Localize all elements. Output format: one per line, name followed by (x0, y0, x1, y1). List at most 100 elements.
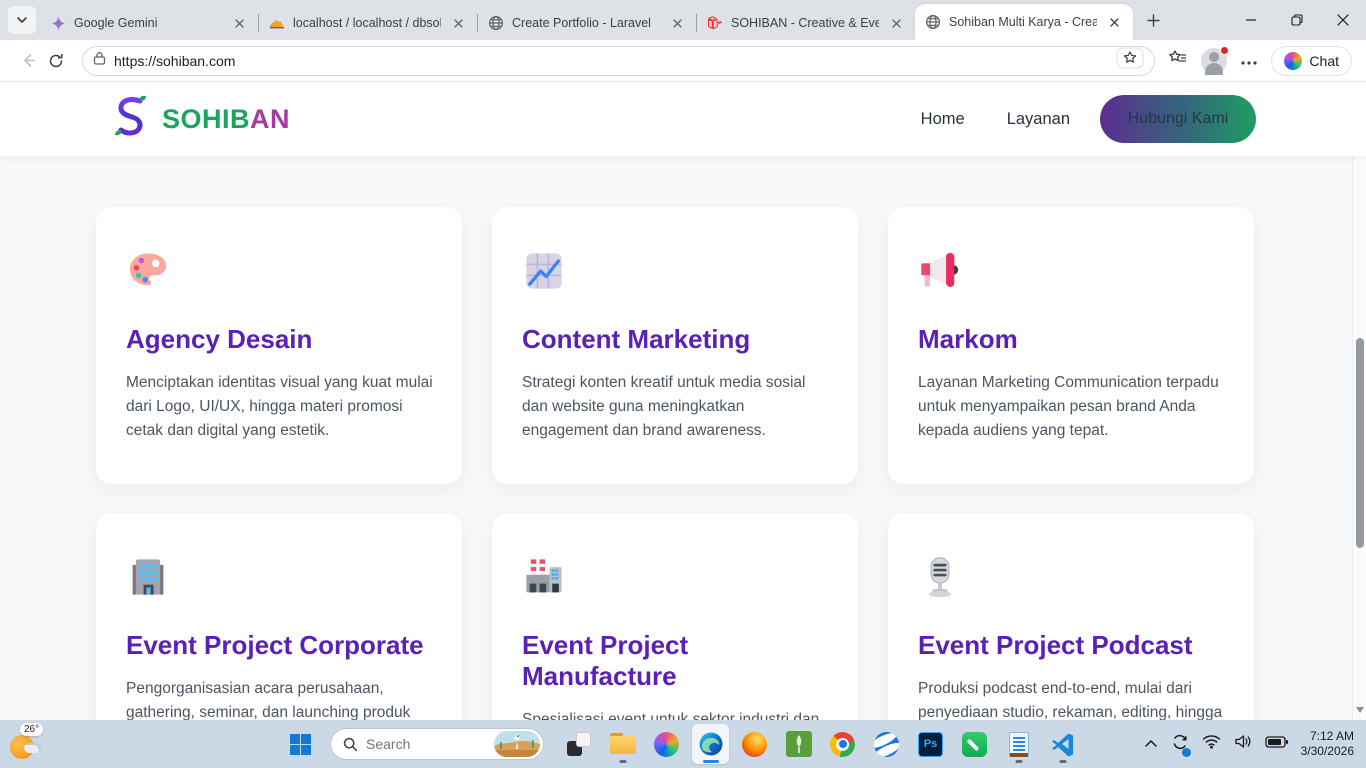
search-input[interactable] (366, 736, 486, 752)
sohiban-logo-icon (110, 93, 152, 145)
coreldraw-button[interactable] (780, 724, 817, 764)
tray-chevron-up-icon[interactable] (1144, 735, 1158, 753)
windows-logo-icon (290, 734, 311, 755)
site-logo[interactable]: SOHIBAN (110, 93, 290, 145)
phpmyadmin-icon (269, 15, 285, 31)
globe-icon (925, 14, 941, 30)
close-window-button[interactable] (1320, 0, 1366, 40)
photoshop-button[interactable]: Ps (912, 724, 949, 764)
studio-microphone-icon (918, 555, 962, 599)
start-button[interactable] (290, 720, 311, 768)
lock-icon (93, 51, 106, 70)
windows-taskbar: 26° Ps (0, 720, 1366, 768)
desktop-screen: Google Gemini localhost / localhost / db… (0, 0, 1366, 768)
service-card-markom[interactable]: Markom Layanan Marketing Communication t… (888, 207, 1254, 484)
browser-toolbar: https://sohiban.com Chat (0, 40, 1366, 82)
firefox-button[interactable] (736, 724, 773, 764)
scrollbar-thumb[interactable] (1356, 338, 1364, 548)
running-indicator (1015, 760, 1022, 763)
brand-wordmark: SOHIBAN (162, 104, 290, 135)
clock-time: 7:12 AM (1301, 729, 1354, 744)
card-title: Event Project Manufacture (522, 630, 828, 692)
nav-link-layanan[interactable]: Layanan (1007, 110, 1070, 129)
close-tab-icon[interactable] (887, 14, 905, 32)
task-view-icon (567, 732, 591, 756)
scroll-down-arrow[interactable] (1356, 707, 1364, 713)
profile-avatar[interactable] (1201, 48, 1227, 74)
card-title: Event Project Podcast (918, 630, 1224, 661)
active-indicator (703, 760, 719, 763)
notepad-button[interactable] (1000, 724, 1037, 764)
copilot-chat-button[interactable]: Chat (1271, 46, 1352, 76)
task-view-button[interactable] (560, 724, 597, 764)
service-card-event-corporate[interactable]: Event Project Corporate Pengorganisasian… (96, 513, 462, 720)
restore-button[interactable] (1274, 0, 1320, 40)
chrome-button[interactable] (824, 724, 861, 764)
tab-label: localhost / localhost / dbsohib (293, 16, 441, 30)
close-tab-icon[interactable] (449, 14, 467, 32)
card-description: Strategi konten kreatif untuk media sosi… (522, 371, 832, 443)
toolbar-actions: Chat (1167, 46, 1352, 76)
nav-link-home[interactable]: Home (921, 110, 965, 129)
back-button[interactable] (14, 47, 42, 75)
service-card-content-marketing[interactable]: Content Marketing Strategi konten kreati… (492, 207, 858, 484)
card-title: Content Marketing (522, 324, 828, 355)
copilot-button[interactable] (648, 724, 685, 764)
tab-sohiban-laravel[interactable]: SOHIBAN - Creative & Event Ag (697, 6, 915, 40)
palette-icon (126, 249, 170, 293)
file-explorer-button[interactable] (604, 724, 641, 764)
office-building-icon (126, 555, 170, 599)
service-card-event-podcast[interactable]: Event Project Podcast Produksi podcast e… (888, 513, 1254, 720)
address-bar[interactable]: https://sohiban.com (82, 46, 1155, 76)
running-indicator (1059, 760, 1066, 763)
tab-label: Create Portfolio - Laravel (512, 16, 660, 30)
google-earth-button[interactable] (868, 724, 905, 764)
service-card-agency-desain[interactable]: Agency Desain Menciptakan identitas visu… (96, 207, 462, 484)
url-text[interactable]: https://sohiban.com (114, 53, 1108, 69)
tab-label: Sohiban Multi Karya - Creative (949, 15, 1097, 29)
taskbar-clock[interactable]: 7:12 AM 3/30/2026 (1301, 729, 1354, 759)
search-highlight-image[interactable] (494, 731, 540, 757)
edge-button[interactable] (692, 724, 729, 764)
tab-label: Google Gemini (74, 16, 222, 30)
favorites-icon[interactable] (1167, 49, 1187, 72)
taskbar-search[interactable] (330, 728, 544, 760)
service-card-event-manufacture[interactable]: Event Project Manufacture Spesialisasi e… (492, 513, 858, 720)
photoshop-icon: Ps (918, 732, 943, 757)
contact-cta-button[interactable]: Hubungi Kami (1100, 95, 1256, 143)
search-icon (343, 737, 358, 752)
bookmark-star-icon[interactable] (1116, 47, 1144, 74)
megaphone-icon (918, 249, 962, 293)
card-title: Agency Desain (126, 324, 432, 355)
copilot-icon (1284, 52, 1302, 70)
chart-increasing-icon (522, 249, 566, 293)
page-scrollbar[interactable] (1352, 82, 1366, 720)
vscode-button[interactable] (1044, 724, 1081, 764)
new-tab-button[interactable] (1139, 6, 1167, 34)
close-tab-icon[interactable] (1105, 13, 1123, 31)
laravel-icon (707, 15, 723, 31)
close-tab-icon[interactable] (668, 14, 686, 32)
card-title: Event Project Corporate (126, 630, 432, 661)
volume-icon[interactable] (1234, 734, 1252, 754)
notes-app-button[interactable] (956, 724, 993, 764)
google-earth-icon (874, 732, 899, 757)
tab-create-portfolio[interactable]: Create Portfolio - Laravel (478, 6, 696, 40)
minimize-button[interactable] (1228, 0, 1274, 40)
running-indicator (619, 760, 626, 763)
tab-search-chevron-icon[interactable] (8, 6, 36, 34)
battery-icon[interactable] (1265, 735, 1288, 753)
tab-phpmyadmin[interactable]: localhost / localhost / dbsohib (259, 6, 477, 40)
refresh-button[interactable] (42, 47, 70, 75)
taskbar-app-icons: Ps (560, 720, 1081, 768)
settings-ellipsis-icon[interactable] (1241, 52, 1257, 70)
close-tab-icon[interactable] (230, 14, 248, 32)
sync-update-icon[interactable] (1171, 733, 1189, 756)
tab-sohiban-active[interactable]: Sohiban Multi Karya - Creative (915, 4, 1133, 40)
tab-google-gemini[interactable]: Google Gemini (40, 6, 258, 40)
card-description: Pengorganisasian acara perusahaan, gathe… (126, 677, 436, 720)
wifi-icon[interactable] (1202, 734, 1221, 754)
coreldraw-icon (786, 731, 812, 757)
weather-widget[interactable]: 26° (8, 720, 42, 768)
vscode-icon (1050, 731, 1076, 757)
